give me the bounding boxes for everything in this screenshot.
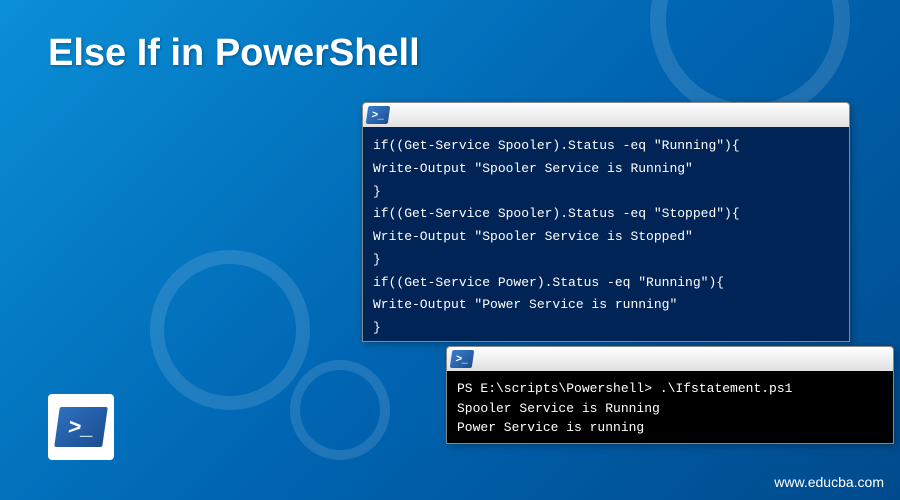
brand-logo: >_ — [48, 394, 114, 460]
code-line: Write-Output "Spooler Service is Stopped… — [373, 226, 839, 249]
code-line: Write-Output "Spooler Service is Running… — [373, 158, 839, 181]
powershell-icon: >_ — [450, 350, 475, 368]
page-title: Else If in PowerShell — [48, 32, 420, 75]
window-titlebar: >_ — [447, 347, 893, 371]
code-window-2: >_ PS E:\scripts\Powershell> .\Ifstateme… — [446, 346, 894, 444]
code-line: if((Get-Service Power).Status -eq "Runni… — [373, 272, 839, 295]
powershell-icon: >_ — [54, 407, 108, 447]
code-line: if((Get-Service Spooler).Status -eq "Sto… — [373, 203, 839, 226]
code-line: if((Get-Service Spooler).Status -eq "Run… — [373, 135, 839, 158]
code-line: } — [373, 249, 839, 272]
powershell-icon: >_ — [366, 106, 391, 124]
website-url: www.educba.com — [774, 474, 884, 490]
console-body-1: if((Get-Service Spooler).Status -eq "Run… — [363, 127, 849, 341]
output-line: Power Service is running — [457, 418, 883, 438]
code-line: Write-Output "Power Service is running" — [373, 294, 839, 317]
code-line: } — [373, 317, 839, 340]
code-line: } — [373, 181, 839, 204]
output-line: PS E:\scripts\Powershell> .\Ifstatement.… — [457, 379, 883, 399]
console-body-2: PS E:\scripts\Powershell> .\Ifstatement.… — [447, 371, 893, 443]
code-window-1: >_ if((Get-Service Spooler).Status -eq "… — [362, 102, 850, 342]
decorative-gear-icon — [290, 360, 390, 460]
decorative-gear-icon — [150, 250, 310, 410]
output-line: Spooler Service is Running — [457, 399, 883, 419]
window-titlebar: >_ — [363, 103, 849, 127]
